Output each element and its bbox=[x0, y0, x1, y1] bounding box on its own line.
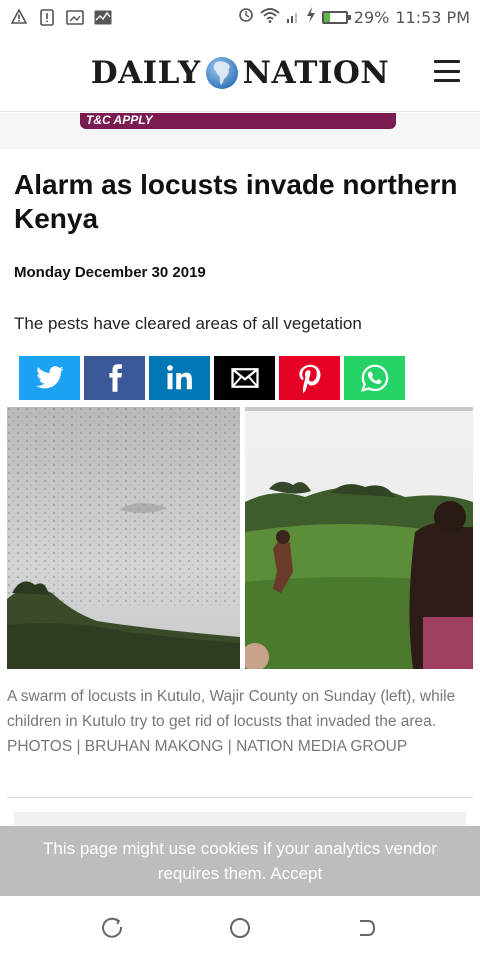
site-header: DAILY NATION bbox=[0, 34, 480, 112]
site-logo[interactable]: DAILY NATION bbox=[91, 55, 390, 91]
share-linkedin-button[interactable] bbox=[149, 356, 210, 400]
share-pinterest-button[interactable] bbox=[279, 356, 340, 400]
hamburger-menu-icon[interactable] bbox=[434, 60, 460, 82]
back-icon[interactable] bbox=[98, 913, 128, 943]
charging-icon bbox=[306, 7, 316, 27]
ad-terms-text: T&C APPLY bbox=[86, 113, 153, 127]
status-bar: 29% 11:53 PM bbox=[0, 0, 480, 34]
whatsapp-icon bbox=[360, 364, 388, 392]
cookie-banner: This page might use cookies if your anal… bbox=[0, 826, 480, 896]
sim-alert-icon bbox=[38, 8, 56, 26]
battery-percent: 29% bbox=[353, 7, 390, 27]
cookie-text: This page might use cookies if your anal… bbox=[20, 836, 460, 886]
wifi-icon bbox=[260, 7, 280, 27]
warning-icon bbox=[10, 8, 28, 26]
android-nav-bar bbox=[0, 896, 480, 960]
cookie-message: This page might use cookies if your anal… bbox=[42, 839, 438, 883]
share-bar bbox=[19, 356, 405, 400]
envelope-icon bbox=[230, 368, 259, 388]
ad-band: T&C APPLY bbox=[80, 113, 396, 129]
share-twitter-button[interactable] bbox=[19, 356, 80, 400]
menu-bar bbox=[434, 69, 460, 73]
activity-icon bbox=[94, 8, 112, 26]
article-summary: The pests have cleared areas of all vege… bbox=[14, 314, 362, 333]
status-left-icons bbox=[10, 8, 112, 26]
ad-banner[interactable]: T&C APPLY bbox=[0, 113, 480, 149]
pinterest-icon bbox=[298, 364, 320, 393]
locust-swarm-photo-art bbox=[7, 407, 240, 669]
logo-word-left: DAILY bbox=[90, 54, 201, 91]
battery-level bbox=[323, 12, 331, 22]
children-locusts-photo[interactable] bbox=[245, 407, 473, 669]
share-facebook-button[interactable] bbox=[84, 356, 145, 400]
menu-bar bbox=[434, 79, 460, 82]
locust-swarm-photo[interactable] bbox=[7, 407, 240, 669]
share-whatsapp-button[interactable] bbox=[344, 356, 405, 400]
africa-globe-icon bbox=[205, 56, 239, 90]
home-icon[interactable] bbox=[225, 913, 255, 943]
signal-icon bbox=[286, 8, 300, 27]
twitter-icon bbox=[35, 366, 64, 389]
facebook-icon bbox=[108, 364, 122, 392]
children-locusts-photo-art bbox=[245, 407, 473, 669]
recents-icon[interactable] bbox=[352, 913, 382, 943]
battery-icon bbox=[321, 10, 351, 24]
menu-bar bbox=[434, 60, 460, 63]
linkedin-icon bbox=[166, 365, 192, 390]
content-placeholder bbox=[14, 812, 466, 826]
clock: 11:53 PM bbox=[395, 7, 470, 27]
logo-word-right: NATION bbox=[242, 54, 390, 91]
photo-caption: A swarm of locusts in Kutulo, Wajir Coun… bbox=[7, 688, 456, 755]
status-right: 29% 11:53 PM bbox=[238, 7, 470, 27]
article-title: Alarm as locusts invade northern Kenya bbox=[14, 169, 458, 234]
divider bbox=[7, 797, 473, 798]
data-saver-icon bbox=[238, 7, 254, 27]
share-email-button[interactable] bbox=[214, 356, 275, 400]
article-date: Monday December 30 2019 bbox=[14, 264, 206, 281]
cookie-accept-link[interactable]: Accept bbox=[270, 864, 322, 883]
screenshot-icon bbox=[66, 8, 84, 26]
